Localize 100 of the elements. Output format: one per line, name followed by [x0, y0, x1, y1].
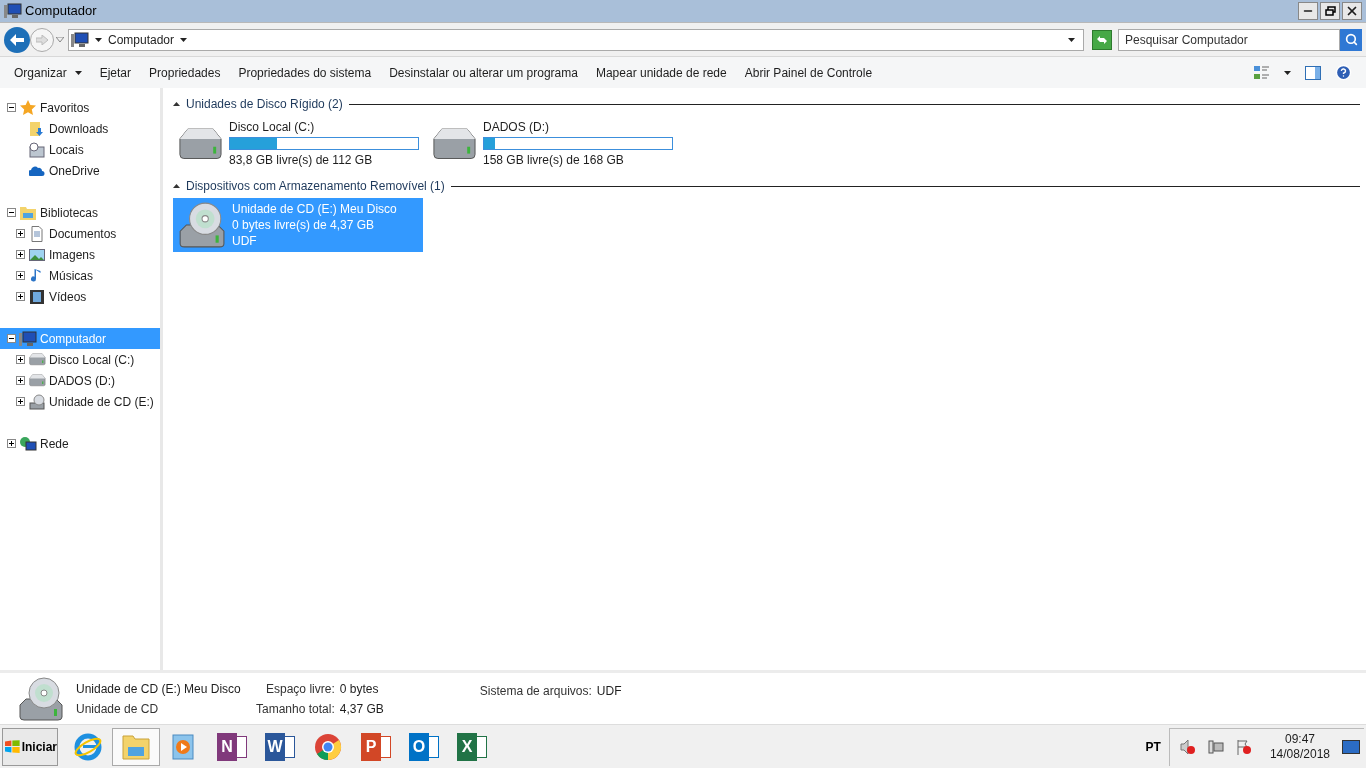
tree-item[interactable]: Favoritos: [0, 97, 160, 118]
details-name: Unidade de CD (E:) Meu Disco: [76, 680, 242, 698]
collapse-caret-icon[interactable]: [173, 184, 180, 188]
app-icon: X: [457, 732, 477, 761]
speaker-muted-icon[interactable]: [1179, 739, 1196, 755]
view-dropdown-icon: [1284, 70, 1291, 75]
taskbar-button[interactable]: P: [352, 727, 400, 766]
expand-icon[interactable]: [7, 439, 16, 448]
film-icon: [29, 288, 45, 305]
window-title: Computador: [25, 2, 97, 21]
minimize-button[interactable]: [1298, 2, 1318, 20]
toolbar-button[interactable]: Desinstalar ou alterar um programa: [380, 60, 587, 85]
tree-item[interactable]: Imagens: [0, 244, 160, 265]
toolbar-button[interactable]: Ejetar: [90, 60, 141, 85]
taskbar-button[interactable]: [112, 727, 160, 766]
show-desktop-icon[interactable]: [1342, 740, 1360, 754]
expand-icon[interactable]: [16, 355, 25, 364]
drive-tile[interactable]: DADOS (D:) 158 GB livre(s) de 168 GB: [427, 116, 673, 171]
drive-name: Disco Local (C:): [229, 119, 316, 136]
restore-icon: [1324, 6, 1336, 16]
picture-icon: [29, 246, 45, 263]
chrome-icon: [313, 731, 343, 762]
collapse-icon[interactable]: [7, 103, 16, 112]
collapse-icon[interactable]: [7, 334, 16, 343]
field-value: 0 bytes: [339, 680, 380, 698]
search-field[interactable]: Pesquisar Computador: [1118, 28, 1340, 51]
computer-icon: [4, 3, 22, 19]
collapse-caret-icon[interactable]: [173, 102, 180, 106]
tree-item[interactable]: Bibliotecas: [0, 202, 160, 223]
tree-item[interactable]: Documentos: [0, 223, 160, 244]
back-arrow-icon: [10, 33, 24, 46]
app-icon: P: [361, 732, 381, 761]
search-button[interactable]: [1340, 28, 1362, 51]
drive-info-text: UDF: [232, 233, 258, 249]
taskbar-button[interactable]: N: [208, 727, 256, 766]
language-indicator[interactable]: PT: [1145, 737, 1161, 756]
expand-icon[interactable]: [16, 376, 25, 385]
hard-drive-icon: [28, 353, 46, 366]
collapse-icon[interactable]: [7, 208, 16, 217]
field-label: Espaço livre:: [265, 680, 335, 698]
expand-icon[interactable]: [16, 271, 25, 280]
forward-arrow-icon: [36, 34, 48, 45]
refresh-button[interactable]: [1092, 29, 1112, 50]
back-button[interactable]: [4, 26, 30, 53]
tree-item[interactable]: Locais: [0, 139, 160, 160]
tree-item[interactable]: OneDrive: [0, 160, 160, 181]
computer-icon: [71, 31, 89, 48]
tree-item[interactable]: Unidade de CD (E:): [0, 391, 160, 412]
computer-icon: [19, 330, 37, 347]
close-button[interactable]: [1342, 2, 1362, 20]
expand-icon[interactable]: [16, 250, 25, 259]
help-icon[interactable]: [1335, 64, 1352, 81]
places-icon: [29, 141, 45, 158]
network-globe-icon: [19, 435, 37, 452]
preview-pane-icon[interactable]: [1305, 65, 1321, 80]
toolbar-button[interactable]: Mapear unidade de rede: [586, 60, 736, 85]
hard-drive-icon: [430, 126, 477, 161]
field-value: 4,37 GB: [339, 700, 384, 718]
toolbar-button[interactable]: Propriedades do sistema: [229, 60, 381, 85]
tree-item[interactable]: Downloads: [0, 118, 160, 139]
hard-drive-icon: [28, 374, 46, 387]
taskbar-button[interactable]: W: [256, 727, 304, 766]
tree-item[interactable]: Disco Local (C:): [0, 349, 160, 370]
tree-item[interactable]: Vídeos: [0, 286, 160, 307]
toolbar-button[interactable]: Propriedades: [140, 60, 230, 85]
expand-icon[interactable]: [16, 292, 25, 301]
field-value: UDF: [596, 683, 622, 700]
app-icon: O: [409, 732, 429, 761]
view-options-icon[interactable]: [1254, 65, 1270, 80]
taskbar-button[interactable]: O: [400, 727, 448, 766]
drive-tile[interactable]: Disco Local (C:) 83,8 GB livre(s) de 112 GB: [173, 116, 419, 171]
start-button[interactable]: Iniciar: [2, 727, 58, 766]
caret-icon: [95, 37, 102, 42]
restore-button[interactable]: [1320, 2, 1340, 20]
toolbar-button[interactable]: Organizar: [5, 60, 91, 85]
tree-item[interactable]: DADOS (D:): [0, 370, 160, 391]
tree-item[interactable]: Rede: [0, 433, 160, 454]
address-dropdown-icon: [1068, 37, 1075, 42]
address-field[interactable]: Computador: [68, 28, 1084, 51]
drive-info-text: 0 bytes livre(s) de 4,37 GB: [232, 217, 376, 233]
app-icon: N: [217, 732, 237, 761]
field-label: Sistema de arquivos:: [479, 683, 592, 700]
breadcrumb[interactable]: Computador: [108, 30, 175, 49]
taskbar-button[interactable]: X: [448, 727, 496, 766]
group-header[interactable]: Dispositivos com Armazenamento Removível (1): [186, 177, 445, 195]
clock[interactable]: 09:47 14/08/2018: [1269, 732, 1330, 762]
group-header[interactable]: Unidades de Disco Rígido (2): [186, 95, 343, 113]
cd-drive-icon: [29, 393, 45, 410]
free-space-text: 158 GB livre(s) de 168 GB: [483, 152, 625, 169]
toolbar-button[interactable]: Abrir Painel de Controle: [735, 60, 882, 85]
details-type: Unidade de CD: [76, 700, 160, 718]
expand-icon[interactable]: [16, 229, 25, 238]
field-label: Tamanho total:: [256, 700, 335, 718]
tree-item[interactable]: Músicas: [0, 265, 160, 286]
app-icon: W: [265, 732, 285, 761]
history-dropdown-icon[interactable]: [56, 37, 64, 42]
network-icon[interactable]: [1207, 739, 1224, 755]
flag-icon[interactable]: [1235, 739, 1252, 755]
expand-icon[interactable]: [16, 397, 25, 406]
hard-drive-icon: [176, 126, 223, 161]
